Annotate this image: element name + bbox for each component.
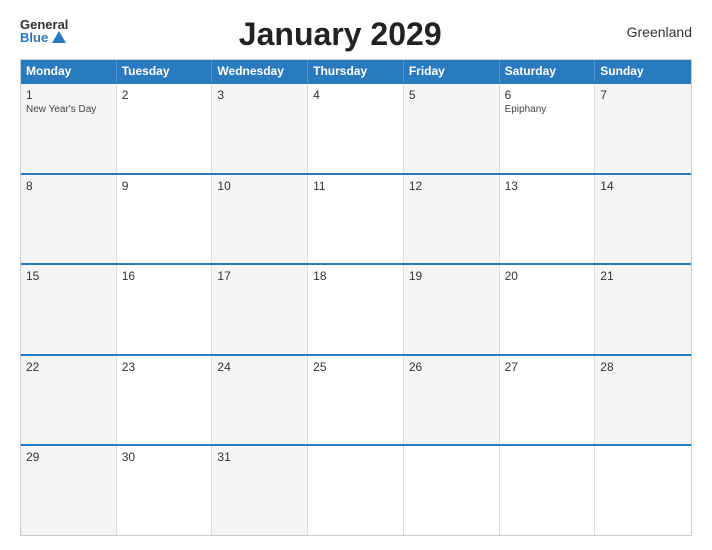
day-event-label: New Year's Day <box>26 104 111 115</box>
day-headers-row: MondayTuesdayWednesdayThursdayFridaySatu… <box>21 60 691 82</box>
day-number: 1 <box>26 88 111 102</box>
day-cell: 16 <box>117 265 213 354</box>
calendar-grid: MondayTuesdayWednesdayThursdayFridaySatu… <box>20 59 692 536</box>
day-number: 26 <box>409 360 494 374</box>
day-cell: 7 <box>595 84 691 173</box>
day-header-friday: Friday <box>404 60 500 82</box>
day-number: 18 <box>313 269 398 283</box>
day-cell: 9 <box>117 175 213 264</box>
day-number: 12 <box>409 179 494 193</box>
day-cell: 30 <box>117 446 213 535</box>
region-label: Greenland <box>612 24 692 40</box>
day-cell: 31 <box>212 446 308 535</box>
day-number: 7 <box>600 88 686 102</box>
day-cell: 20 <box>500 265 596 354</box>
day-cell: 27 <box>500 356 596 445</box>
day-number: 3 <box>217 88 302 102</box>
day-number: 22 <box>26 360 111 374</box>
day-cell <box>308 446 404 535</box>
day-number: 4 <box>313 88 398 102</box>
day-number: 10 <box>217 179 302 193</box>
day-number: 31 <box>217 450 302 464</box>
day-cell: 6 Epiphany <box>500 84 596 173</box>
day-header-saturday: Saturday <box>500 60 596 82</box>
calendar-page: General Blue January 2029 Greenland Mond… <box>0 0 712 550</box>
day-number: 13 <box>505 179 590 193</box>
day-cell: 26 <box>404 356 500 445</box>
day-cell: 13 <box>500 175 596 264</box>
day-cell: 18 <box>308 265 404 354</box>
week-row-3: 15 16 17 18 19 20 21 <box>21 263 691 354</box>
day-cell: 12 <box>404 175 500 264</box>
day-cell: 10 <box>212 175 308 264</box>
day-cell <box>500 446 596 535</box>
logo-blue-text: Blue <box>20 31 48 44</box>
day-cell: 2 <box>117 84 213 173</box>
day-header-monday: Monday <box>21 60 117 82</box>
calendar-title: January 2029 <box>68 16 612 53</box>
day-header-sunday: Sunday <box>595 60 691 82</box>
day-number: 19 <box>409 269 494 283</box>
week-row-4: 22 23 24 25 26 27 28 <box>21 354 691 445</box>
day-number: 28 <box>600 360 686 374</box>
day-cell: 4 <box>308 84 404 173</box>
day-cell: 14 <box>595 175 691 264</box>
day-cell: 29 <box>21 446 117 535</box>
day-number: 14 <box>600 179 686 193</box>
day-number: 17 <box>217 269 302 283</box>
day-cell <box>595 446 691 535</box>
day-cell <box>404 446 500 535</box>
day-number: 24 <box>217 360 302 374</box>
header: General Blue January 2029 Greenland <box>20 18 692 53</box>
week-row-5: 29 30 31 <box>21 444 691 535</box>
day-cell: 24 <box>212 356 308 445</box>
day-header-thursday: Thursday <box>308 60 404 82</box>
day-header-wednesday: Wednesday <box>212 60 308 82</box>
day-number: 11 <box>313 179 398 193</box>
day-cell: 19 <box>404 265 500 354</box>
day-number: 20 <box>505 269 590 283</box>
day-number: 5 <box>409 88 494 102</box>
day-number: 2 <box>122 88 207 102</box>
day-cell: 17 <box>212 265 308 354</box>
day-number: 29 <box>26 450 111 464</box>
calendar-weeks: 1New Year's Day23456Epiphany789101112131… <box>21 82 691 535</box>
day-header-tuesday: Tuesday <box>117 60 213 82</box>
day-number: 27 <box>505 360 590 374</box>
logo-triangle-icon <box>52 31 66 43</box>
logo: General Blue <box>20 18 68 44</box>
day-cell: 22 <box>21 356 117 445</box>
day-cell: 5 <box>404 84 500 173</box>
day-cell: 8 <box>21 175 117 264</box>
day-number: 16 <box>122 269 207 283</box>
day-cell: 11 <box>308 175 404 264</box>
week-row-1: 1 New Year's Day 23456 Epiphany 7 <box>21 82 691 173</box>
day-number: 15 <box>26 269 111 283</box>
day-event-label: Epiphany <box>505 104 590 115</box>
day-cell: 3 <box>212 84 308 173</box>
day-number: 23 <box>122 360 207 374</box>
day-number: 8 <box>26 179 111 193</box>
week-row-2: 89 10 11 12 13 14 <box>21 173 691 264</box>
day-cell: 25 <box>308 356 404 445</box>
day-cell: 23 <box>117 356 213 445</box>
day-cell: 15 <box>21 265 117 354</box>
day-cell: 28 <box>595 356 691 445</box>
logo-blue-row: Blue <box>20 31 66 44</box>
day-cell: 1 New Year's Day <box>21 84 117 173</box>
day-number: 21 <box>600 269 686 283</box>
day-number: 9 <box>122 179 207 193</box>
day-number: 30 <box>122 450 207 464</box>
day-cell: 21 <box>595 265 691 354</box>
day-number: 25 <box>313 360 398 374</box>
day-number: 6 <box>505 88 590 102</box>
